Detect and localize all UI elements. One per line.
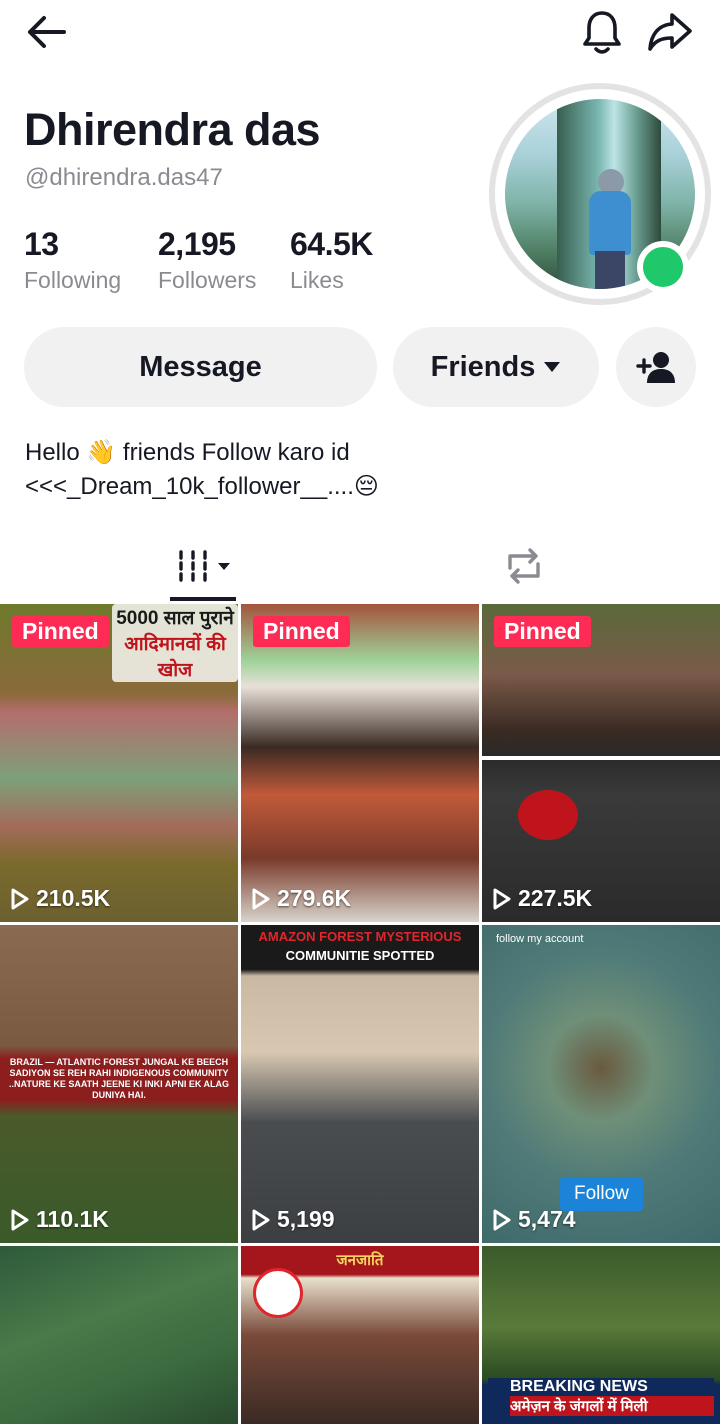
video-caption: BREAKING NEWS अमेज़न के जंगलों में मिली	[488, 1378, 714, 1416]
back-button[interactable]	[18, 8, 74, 56]
share-button[interactable]	[642, 6, 698, 58]
channel-logo	[253, 1268, 303, 1318]
video-thumbnail[interactable]: BRAZIL — ATLANTIC FOREST JUNGAL KE BEECH…	[0, 925, 238, 1243]
stat-value: 13	[24, 226, 59, 262]
play-icon	[11, 1209, 29, 1230]
caption-line: आदिमानवों की खोज	[124, 634, 226, 681]
friends-button[interactable]: Friends	[393, 327, 599, 407]
caption-line: BREAKING NEWS	[510, 1378, 648, 1395]
view-count: 5,474	[492, 1206, 576, 1233]
view-count: 210.5K	[10, 885, 110, 912]
add-friend-button[interactable]	[616, 327, 696, 407]
bio-line: Hello 👋 friends Follow karo id	[25, 439, 350, 466]
stat-value: 64.5K	[290, 226, 373, 262]
video-thumbnail[interactable]: Pinned 279.6K	[241, 604, 479, 922]
stat-label: Followers	[158, 267, 257, 293]
pinned-badge: Pinned	[494, 616, 591, 647]
video-thumbnail[interactable]: जनजाति	[241, 1246, 479, 1424]
play-icon	[11, 888, 29, 909]
caption-line: अमेज़न के जंगलों में मिली	[510, 1396, 714, 1416]
view-count: 227.5K	[492, 885, 592, 912]
person-add-icon	[636, 352, 675, 383]
stat-label: Following	[24, 267, 122, 293]
bell-icon	[583, 11, 621, 54]
stat-label: Likes	[290, 267, 344, 293]
play-icon	[493, 888, 511, 909]
video-thumbnail[interactable]	[0, 1246, 238, 1424]
view-count-value: 5,474	[518, 1206, 576, 1232]
active-tab-indicator	[170, 597, 236, 601]
caption-line: AMAZON FOREST MYSTERIOUS	[258, 929, 462, 944]
caption-line: COMMUNITIE SPOTTED	[285, 948, 435, 963]
play-icon	[252, 1209, 270, 1230]
video-thumbnail[interactable]: 5000 साल पुराने आदिमानवों की खोज Pinned …	[0, 604, 238, 922]
notifications-button[interactable]	[576, 6, 628, 58]
grid-icon	[179, 550, 207, 582]
pinned-badge: Pinned	[253, 616, 350, 647]
tab-reposts[interactable]	[496, 538, 552, 594]
caret-down-icon	[544, 362, 561, 372]
video-note: follow my account	[496, 933, 584, 945]
profile-handle: @dhirendra.das47	[25, 164, 223, 191]
stat-followers[interactable]: 2,195 Followers	[158, 226, 256, 294]
view-count: 279.6K	[251, 885, 351, 912]
view-count-value: 279.6K	[277, 885, 352, 911]
video-caption: 5000 साल पुराने आदिमानवों की खोज	[112, 604, 238, 682]
video-caption: BRAZIL — ATLANTIC FOREST JUNGAL KE BEECH…	[8, 1057, 230, 1100]
view-count-value: 5,199	[277, 1206, 335, 1232]
profile-bio: Hello 👋 friends Follow karo id <<<_Dream…	[25, 436, 379, 504]
bio-line: <<<_Dream_10k_follower__....😔	[25, 473, 379, 500]
arrow-left-icon	[28, 16, 66, 48]
view-count: 5,199	[251, 1206, 335, 1233]
view-count: 110.1K	[10, 1206, 109, 1233]
tab-posts[interactable]	[167, 538, 239, 594]
video-thumbnail[interactable]: AMAZON FOREST MYSTERIOUS COMMUNITIE SPOT…	[241, 925, 479, 1243]
view-count-value: 227.5K	[518, 885, 593, 911]
view-count-value: 210.5K	[36, 885, 111, 911]
video-thumbnail[interactable]: follow my account Follow 5,474	[482, 925, 720, 1243]
stat-likes[interactable]: 64.5K Likes	[290, 226, 373, 294]
content-tabs	[0, 530, 720, 602]
video-caption: AMAZON FOREST MYSTERIOUS COMMUNITIE SPOT…	[241, 927, 479, 965]
video-thumbnail[interactable]: Pinned 227.5K	[482, 604, 720, 922]
top-bar	[0, 0, 720, 64]
video-caption: जनजाति	[336, 1252, 384, 1269]
play-icon	[252, 888, 270, 909]
play-icon	[493, 1209, 511, 1230]
stat-value: 2,195	[158, 226, 236, 262]
online-status-dot	[637, 241, 689, 293]
friends-label: Friends	[430, 350, 536, 383]
message-button[interactable]: Message	[24, 327, 377, 407]
caption-line: 5000 साल पुराने	[116, 608, 234, 629]
pinned-badge: Pinned	[12, 616, 109, 647]
share-arrow-icon	[648, 13, 692, 51]
caret-down-icon	[218, 562, 230, 570]
stat-following[interactable]: 13 Following	[24, 226, 121, 294]
repost-icon	[508, 548, 540, 584]
video-thumbnail[interactable]: BREAKING NEWS अमेज़न के जंगलों में मिली	[482, 1246, 720, 1424]
view-count-value: 110.1K	[36, 1206, 109, 1232]
profile-name: Dhirendra das	[24, 104, 321, 155]
